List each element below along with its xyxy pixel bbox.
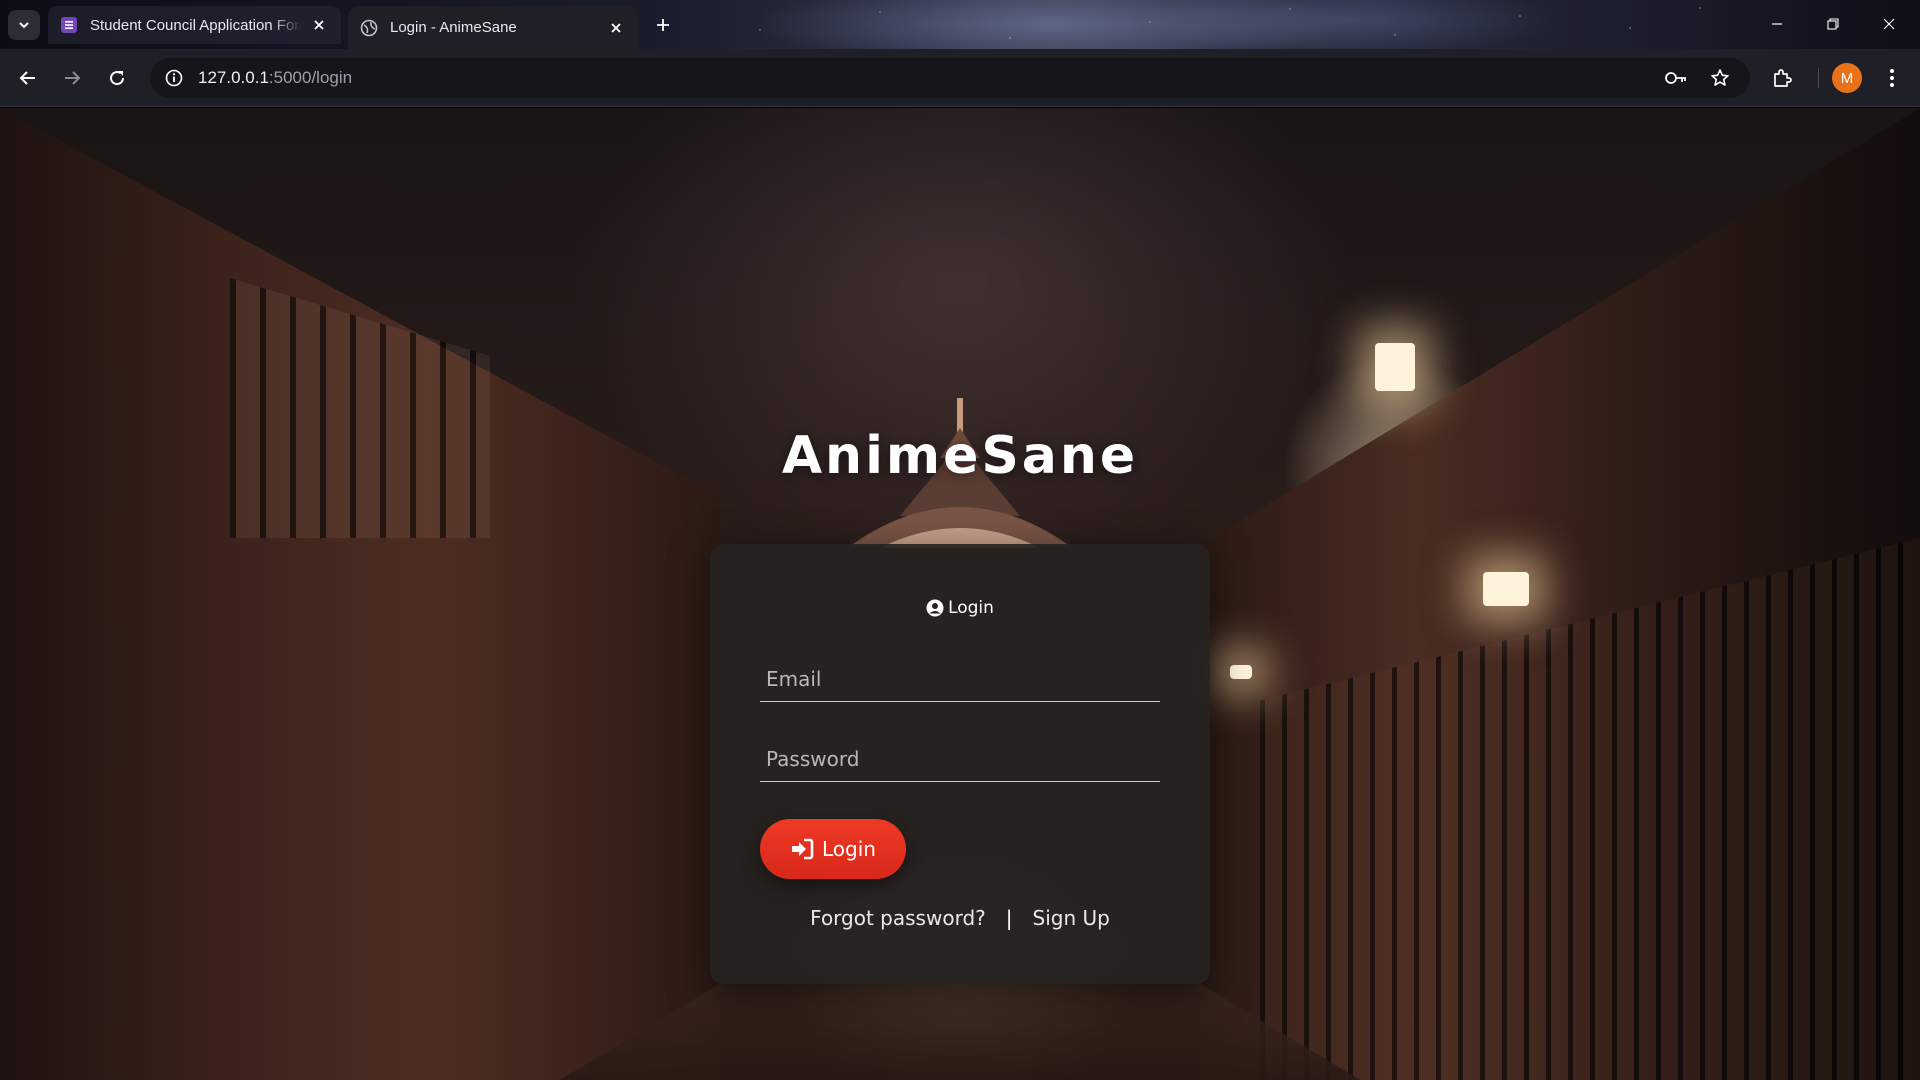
- browser-menu-button[interactable]: [1876, 62, 1908, 94]
- forgot-password-link[interactable]: Forgot password?: [810, 906, 986, 930]
- login-card: Login Login Forgot password? | Sign Up: [710, 544, 1210, 984]
- close-window-button[interactable]: [1866, 8, 1912, 40]
- plus-icon: [657, 19, 669, 31]
- back-button[interactable]: [12, 62, 44, 94]
- tab-search-button[interactable]: [8, 10, 40, 40]
- restore-button[interactable]: [1810, 8, 1856, 40]
- login-heading-text: Login: [948, 598, 994, 618]
- close-tab-icon[interactable]: [310, 15, 329, 35]
- globe-icon: [360, 19, 378, 37]
- profile-avatar[interactable]: M: [1832, 63, 1862, 93]
- reload-icon: [110, 71, 125, 86]
- address-bar[interactable]: 127.0.0.1:5000/login: [150, 58, 1750, 98]
- login-button[interactable]: Login: [760, 819, 906, 879]
- site-info-icon[interactable]: [154, 58, 194, 98]
- bookmark-star-icon[interactable]: [1704, 62, 1736, 94]
- email-input[interactable]: [766, 667, 1160, 691]
- link-separator: |: [1005, 906, 1013, 930]
- password-key-icon[interactable]: [1660, 62, 1692, 94]
- url-text[interactable]: 127.0.0.1:5000/login: [198, 68, 352, 88]
- arrow-right-icon: [65, 71, 81, 85]
- arrow-left-icon: [19, 71, 35, 85]
- puzzle-icon: [1774, 69, 1792, 87]
- reload-button[interactable]: [101, 62, 133, 94]
- restore-icon: [1827, 18, 1839, 30]
- extensions-button[interactable]: [1766, 62, 1798, 94]
- password-input[interactable]: [766, 747, 1160, 771]
- auth-links: Forgot password? | Sign Up: [710, 906, 1210, 930]
- chevron-down-icon: [19, 22, 29, 29]
- sign-up-link[interactable]: Sign Up: [1033, 906, 1110, 930]
- background-lantern: [1375, 343, 1415, 391]
- password-field[interactable]: [760, 734, 1160, 782]
- url-path: :5000/login: [268, 68, 353, 87]
- tab-login-animesane[interactable]: Login - AnimeSane: [348, 6, 638, 49]
- sign-in-icon: [790, 838, 814, 860]
- user-circle-icon: [926, 599, 944, 617]
- close-tab-icon[interactable]: [606, 18, 626, 38]
- forms-icon: [60, 16, 78, 34]
- brand-title: AnimeSane: [781, 426, 1139, 486]
- login-heading: Login: [710, 598, 1210, 618]
- browser-toolbar: 127.0.0.1:5000/login M: [0, 49, 1920, 107]
- url-host: 127.0.0.1: [198, 68, 269, 87]
- toolbar-divider: [1818, 68, 1819, 88]
- tab-student-council[interactable]: Student Council Application Form: [48, 6, 341, 44]
- minimize-icon: [1772, 23, 1782, 25]
- forward-button[interactable]: [56, 62, 88, 94]
- new-tab-button[interactable]: [648, 10, 678, 40]
- minimize-button[interactable]: [1754, 8, 1800, 40]
- close-icon: [1883, 18, 1895, 30]
- background-lantern: [1483, 572, 1529, 606]
- background-building-left: [0, 108, 720, 1080]
- background-lantern: [1230, 665, 1252, 679]
- background-windows-left: [230, 278, 490, 538]
- browser-tabstrip: Student Council Application Form Login -…: [0, 0, 1920, 49]
- tab-title: Login - AnimeSane: [390, 19, 517, 36]
- page-viewport: AnimeSane Login Login Forgot password? |…: [0, 108, 1920, 1080]
- more-vertical-icon: [1890, 69, 1894, 87]
- email-field[interactable]: [760, 654, 1160, 702]
- login-button-label: Login: [822, 837, 876, 861]
- tab-title: Student Council Application Form: [90, 16, 302, 34]
